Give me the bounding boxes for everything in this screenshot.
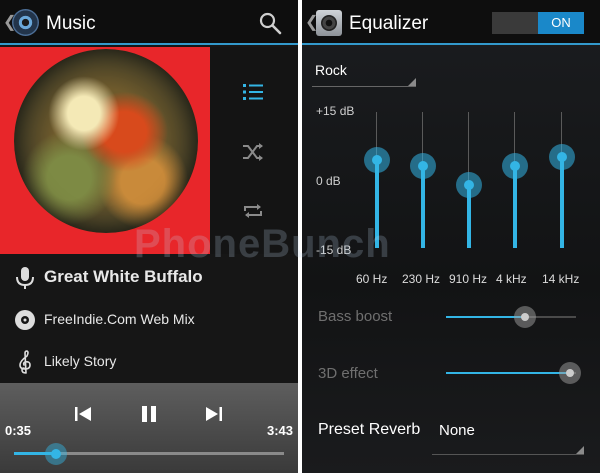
shuffle-icon[interactable] — [241, 140, 265, 164]
search-icon[interactable] — [258, 11, 282, 35]
seek-thumb[interactable] — [45, 443, 68, 465]
album-name: FreeIndie.Com Web Mix — [44, 311, 195, 327]
music-action-bar: ❮ Music — [0, 0, 298, 45]
treble-clef-icon — [19, 350, 31, 374]
band-freq-label: 60 Hz — [356, 272, 388, 286]
reverb-label: Preset Reverb — [318, 421, 421, 438]
3d-effect-slider[interactable] — [446, 362, 581, 384]
next-icon[interactable] — [202, 403, 226, 425]
band-slider-910hz[interactable] — [449, 112, 489, 252]
track-title-row: Great White Buffalo — [0, 257, 298, 299]
3d-effect-thumb[interactable] — [558, 362, 581, 384]
playback-controls: 0:35 3:43 — [0, 383, 298, 473]
db-min-label: -15 dB — [316, 243, 352, 257]
band-slider-14khz[interactable] — [542, 112, 582, 252]
repeat-icon[interactable] — [241, 199, 265, 223]
dropdown-corner-icon — [576, 446, 584, 454]
band-freq-label: 230 Hz — [402, 272, 441, 286]
band-knob[interactable] — [502, 153, 528, 180]
equalizer-screen: ❮ Equalizer ON Rock +15 dB 0 dB -15 dB 6… — [302, 0, 600, 473]
band-knob[interactable] — [364, 146, 390, 173]
reverb-value: None — [439, 422, 475, 439]
equalizer-toggle[interactable]: ON — [492, 12, 584, 34]
band-knob[interactable] — [410, 153, 436, 180]
pause-icon[interactable] — [137, 403, 161, 425]
album-row: FreeIndie.Com Web Mix — [0, 299, 298, 341]
artist-row: Likely Story — [0, 341, 298, 383]
3d-effect-fill — [446, 372, 570, 374]
bass-boost-slider[interactable] — [446, 306, 576, 328]
artist-name: Likely Story — [44, 353, 117, 369]
3d-effect-label: 3D effect — [318, 365, 378, 382]
preset-value: Rock — [315, 62, 347, 78]
album-art-disc — [14, 49, 198, 233]
page-title: Music — [46, 13, 96, 34]
band-knob[interactable] — [549, 144, 575, 171]
bass-boost-thumb[interactable] — [514, 306, 537, 328]
playback-options-panel — [210, 47, 298, 254]
equalizer-action-bar: ❮ Equalizer ON — [302, 0, 600, 45]
bass-boost-label: Bass boost — [318, 308, 393, 325]
microphone-icon — [16, 267, 34, 289]
db-mid-label: 0 dB — [316, 174, 341, 188]
previous-icon[interactable] — [71, 403, 95, 425]
db-max-label: +15 dB — [316, 104, 355, 118]
disc-icon — [15, 310, 35, 330]
band-slider-230hz[interactable] — [403, 112, 443, 252]
album-art — [0, 47, 210, 254]
toggle-on-label: ON — [538, 12, 584, 34]
preset-dropdown[interactable]: Rock — [312, 57, 416, 87]
band-slider-4khz[interactable] — [495, 112, 535, 252]
music-screen: ❮ Music Great White Buffalo FreeIndie.Co… — [0, 0, 298, 473]
elapsed-time: 0:35 — [5, 423, 32, 438]
equalizer-app-icon[interactable] — [316, 10, 342, 36]
music-app-icon[interactable] — [12, 9, 39, 36]
total-duration: 3:43 — [266, 423, 293, 438]
track-title: Great White Buffalo — [44, 267, 203, 286]
dropdown-corner-icon — [408, 78, 416, 86]
band-slider-60hz[interactable] — [357, 112, 397, 252]
queue-list-icon[interactable] — [241, 80, 265, 104]
reverb-dropdown[interactable]: None — [432, 419, 584, 455]
band-freq-label: 14 kHz — [542, 272, 580, 286]
page-title: Equalizer — [349, 13, 429, 34]
band-knob[interactable] — [456, 171, 482, 198]
band-freq-label: 4 kHz — [496, 272, 527, 286]
band-freq-label: 910 Hz — [449, 272, 488, 286]
